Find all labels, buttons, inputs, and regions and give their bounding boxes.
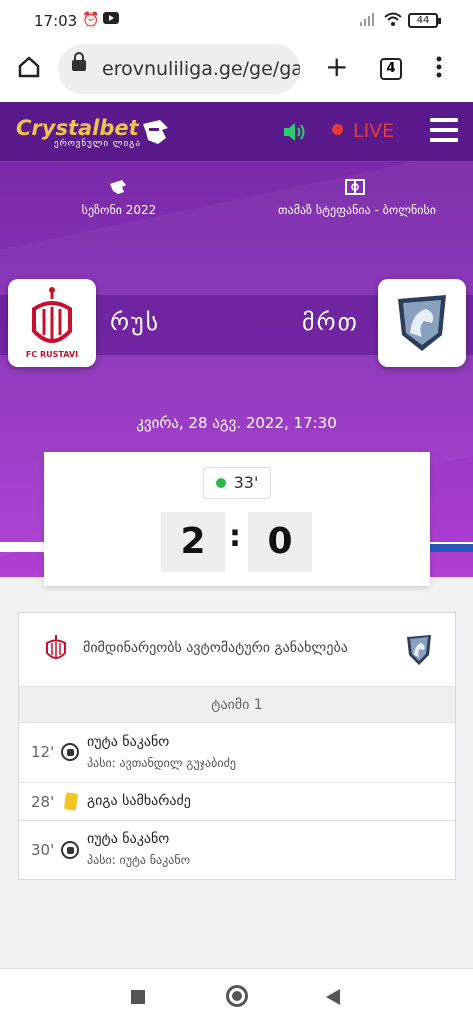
event-assist: პასი: ავთანდილ გუჯაბიძე [87,756,236,770]
event-minute: 28' [31,793,55,811]
match-minute-badge: 33' [203,467,271,499]
status-bar: 17:03 ⏰ 44 [0,0,473,40]
match-datetime: კვირა, 28 აგვ. 2022, 17:30 [136,414,337,432]
clock: 17:03 [34,12,78,30]
home-team-mini-crest-icon [43,633,69,671]
url-text: erovnuliliga.ge/ge/gar [102,58,300,80]
brand-logo[interactable]: Crystalbet [16,116,139,140]
sound-icon[interactable] [282,121,308,147]
event-row: 12' იუტა ნაკანო პასი: ავთანდილ გუჯაბიძე [19,723,455,783]
signal-icon [360,12,376,30]
event-assist: პასი: იუტა ნაკანო [87,853,191,867]
more-menu-icon[interactable] [436,56,442,82]
event-minute: 12' [31,743,55,761]
address-bar[interactable]: erovnuliliga.ge/ge/gar [58,44,300,94]
away-score: 0 [248,512,312,572]
wifi-icon [384,12,402,30]
back-icon[interactable] [325,988,341,1010]
football-icon [61,841,79,859]
battery-icon: 44 [408,13,441,28]
live-indicator-icon [215,478,226,488]
season-label: სეზონი 2022 [81,203,157,217]
home-nav-icon[interactable] [226,985,248,1007]
yellow-card-icon [63,792,79,811]
away-team-mini-crest-icon [405,633,433,671]
browser-toolbar: erovnuliliga.ge/ge/gar + 4 [0,40,473,102]
live-dot-icon [332,124,343,135]
away-team-name: მრთ [302,308,359,336]
events-header: მიმდინარეობს ავტომატური განახლება [19,613,455,687]
site-header: Crystalbet ეროვნული ლიგა LIVE [0,102,473,162]
live-button[interactable]: LIVE [332,120,394,142]
tab-switcher-button[interactable]: 4 [380,58,402,80]
brand-subtitle: ეროვნული ლიგა [54,139,141,149]
half-label: ტაიმი 1 [19,687,455,723]
decor-stripe-right [430,542,473,552]
mascot-icon [140,118,170,150]
event-row: 28' გიგა სამხარაძე [19,783,455,821]
alarm-icon: ⏰ [82,12,100,28]
football-icon [61,743,79,761]
decor-stripe-left [0,542,45,552]
hamburger-menu-icon[interactable] [430,118,458,148]
event-player: გიგა სამხარაძე [87,793,191,809]
referee-icon [108,178,128,200]
event-minute: 30' [31,841,55,859]
new-tab-icon[interactable]: + [325,53,348,81]
away-team-badge[interactable] [378,279,466,367]
event-player: იუტა ნაკანო [87,831,170,847]
stadium-label: თამაზ სტეფანია - ბოლნისი [277,203,436,217]
home-team-name: რუს [110,308,161,336]
home-icon[interactable] [18,56,40,82]
home-team-badge[interactable]: FC RUSTAVI [8,279,96,367]
score-separator: : [229,519,241,554]
lock-icon [72,52,86,71]
home-score: 2 [161,512,225,572]
event-player: იუტა ნაკანო [87,734,170,750]
match-events-panel: მიმდინარეობს ავტომატური განახლება ტაიმი … [18,612,456,880]
recents-icon[interactable] [131,990,145,1004]
event-row: 30' იუტა ნაკანო პასი: იუტა ნაკანო [19,821,455,880]
system-nav-bar [0,968,473,1024]
shield-wolf-crest-icon [398,295,446,351]
stadium-icon [345,179,365,199]
youtube-icon [103,12,119,28]
score-card: 33' 2 : 0 [44,452,430,586]
auto-update-text: მიმდინარეობს ავტომატური განახლება [83,640,348,656]
home-badge-text: FC RUSTAVI [25,350,79,359]
